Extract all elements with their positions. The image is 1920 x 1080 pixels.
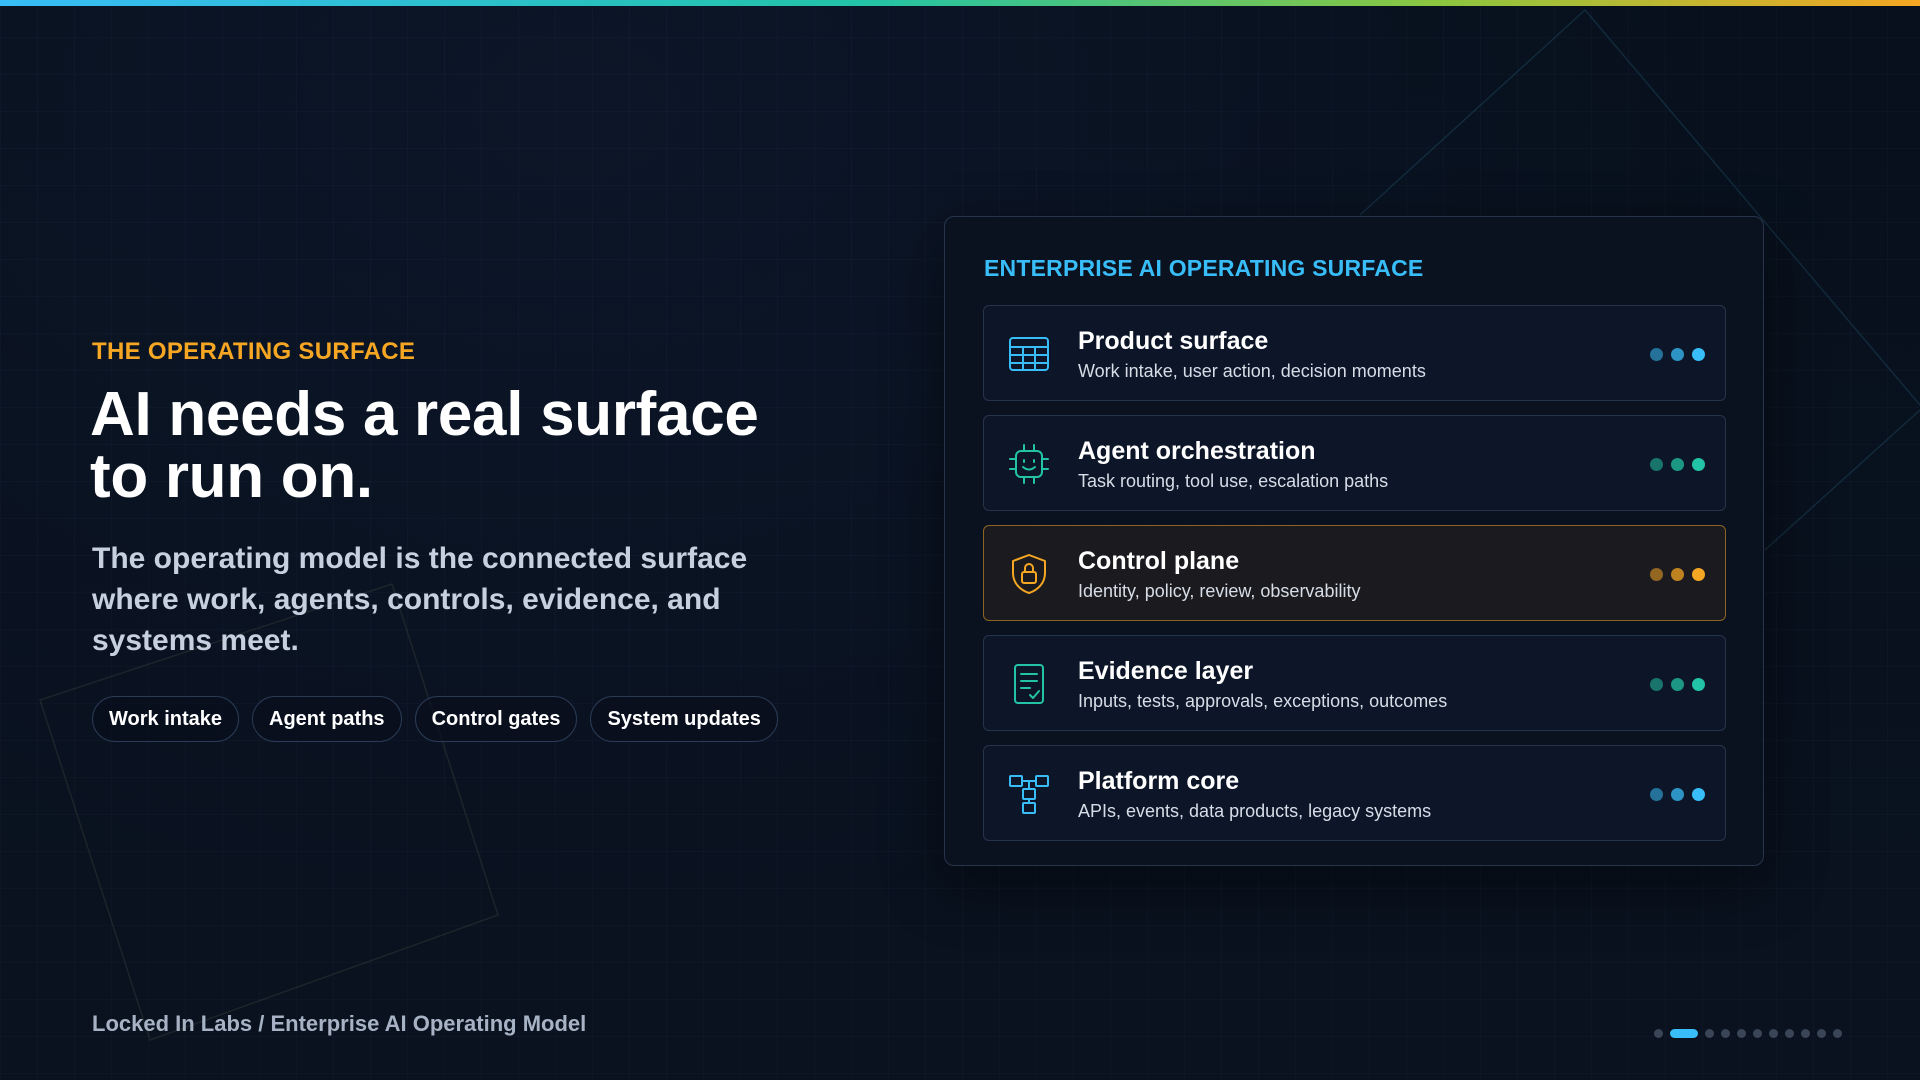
hierarchy-icon (1009, 775, 1049, 814)
pager-dot[interactable] (1785, 1029, 1794, 1038)
pager-dot[interactable] (1753, 1029, 1762, 1038)
tag-pill-agent-paths: Agent paths (252, 696, 402, 742)
layer-title: Product surface (1078, 327, 1269, 355)
layer-description: Inputs, tests, approvals, exceptions, ou… (1078, 691, 1448, 711)
layer-card-evidence-layer: Evidence layer Inputs, tests, approvals,… (983, 635, 1726, 731)
tag-pill-control-gates: Control gates (414, 696, 578, 742)
tag-pill-row: Work intake Agent paths Control gates Sy… (92, 696, 778, 742)
status-dots (1650, 458, 1705, 471)
slide: THE OPERATING SURFACE AI needs a real su… (0, 0, 1920, 1080)
panel-title: ENTERPRISE AI OPERATING SURFACE (984, 255, 1424, 281)
layer-description: Identity, policy, review, observability (1078, 581, 1361, 601)
pager-dot[interactable] (1833, 1029, 1842, 1038)
layer-description: Work intake, user action, decision momen… (1078, 361, 1426, 381)
pager-dot-active[interactable] (1670, 1029, 1698, 1038)
layer-card-agent-orchestration: Agent orchestration Task routing, tool u… (983, 415, 1726, 511)
layer-description: Task routing, tool use, escalation paths (1078, 471, 1389, 491)
pager-dot[interactable] (1721, 1029, 1730, 1038)
tag-pill-work-intake: Work intake (92, 696, 239, 742)
tag-pill-system-updates: System updates (590, 696, 778, 742)
slide-pager[interactable] (1654, 1029, 1842, 1038)
layer-description: APIs, events, data products, legacy syst… (1078, 801, 1432, 821)
pager-dot[interactable] (1801, 1029, 1810, 1038)
layer-card-product-surface: Product surface Work intake, user action… (983, 305, 1726, 401)
layer-card-platform-core: Platform core APIs, events, data product… (983, 745, 1726, 841)
slide-subtext: The operating model is the connected sur… (92, 542, 748, 657)
robot-chip-icon (1009, 444, 1049, 484)
pager-dot[interactable] (1737, 1029, 1746, 1038)
document-check-icon (1014, 664, 1044, 704)
footer-caption: Locked In Labs / Enterprise AI Operating… (92, 1011, 587, 1036)
layer-title: Control plane (1078, 547, 1240, 575)
layer-title: Agent orchestration (1078, 437, 1316, 465)
table-grid-icon (1009, 337, 1049, 371)
operating-surface-panel: ENTERPRISE AI OPERATING SURFACE Product … (944, 216, 1764, 866)
status-dots (1650, 568, 1705, 581)
shield-lock-icon (1012, 554, 1046, 594)
slide-headline: AI needs a real surface to run on. (90, 380, 759, 511)
layer-card-list: Product surface Work intake, user action… (983, 305, 1726, 855)
layer-card-control-plane: Control plane Identity, policy, review, … (983, 525, 1726, 621)
layer-title: Platform core (1078, 767, 1240, 795)
layer-title: Evidence layer (1078, 657, 1254, 685)
pager-dot[interactable] (1705, 1029, 1714, 1038)
pager-dot[interactable] (1654, 1029, 1663, 1038)
status-dots (1650, 678, 1705, 691)
section-eyebrow: THE OPERATING SURFACE (92, 338, 416, 365)
status-dots (1650, 348, 1705, 361)
status-dots (1650, 788, 1705, 801)
pager-dot[interactable] (1769, 1029, 1778, 1038)
pager-dot[interactable] (1817, 1029, 1826, 1038)
